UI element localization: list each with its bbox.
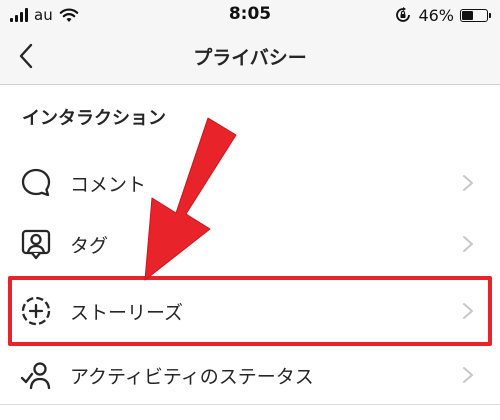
menu-item-activity-status[interactable]: アクティビティのステータス [0, 344, 500, 404]
menu-item-label: ストーリーズ [70, 302, 184, 324]
status-right: 46% [394, 5, 491, 25]
list-divider [0, 404, 500, 405]
menu-item-label: アクティビティのステータス [70, 366, 314, 388]
battery-icon [460, 8, 491, 22]
chevron-right-icon [463, 303, 473, 319]
battery-level-fill [462, 10, 474, 20]
chevron-right-icon [463, 236, 473, 252]
story-add-icon [21, 296, 51, 326]
menu-item-comments[interactable]: コメント [0, 152, 500, 212]
chevron-right-icon [463, 367, 473, 383]
battery-percentage: 46% [418, 5, 454, 25]
page-title: プライバシー [193, 47, 307, 69]
section-header-interactions: インタラクション [22, 108, 166, 129]
navigation-bar: プライバシー [0, 30, 500, 85]
status-bar: au 8:05 46% [0, 0, 500, 30]
menu-item-stories[interactable]: ストーリーズ [0, 280, 500, 340]
menu-item-label: タグ [70, 235, 109, 257]
chevron-right-icon [463, 175, 473, 191]
comment-bubble-icon [21, 168, 51, 197]
activity-status-icon [20, 362, 51, 390]
menu-item-tags[interactable]: タグ [0, 213, 500, 273]
menu-item-label: コメント [70, 174, 147, 196]
tag-person-icon [21, 229, 51, 260]
orientation-lock-icon [396, 7, 411, 22]
